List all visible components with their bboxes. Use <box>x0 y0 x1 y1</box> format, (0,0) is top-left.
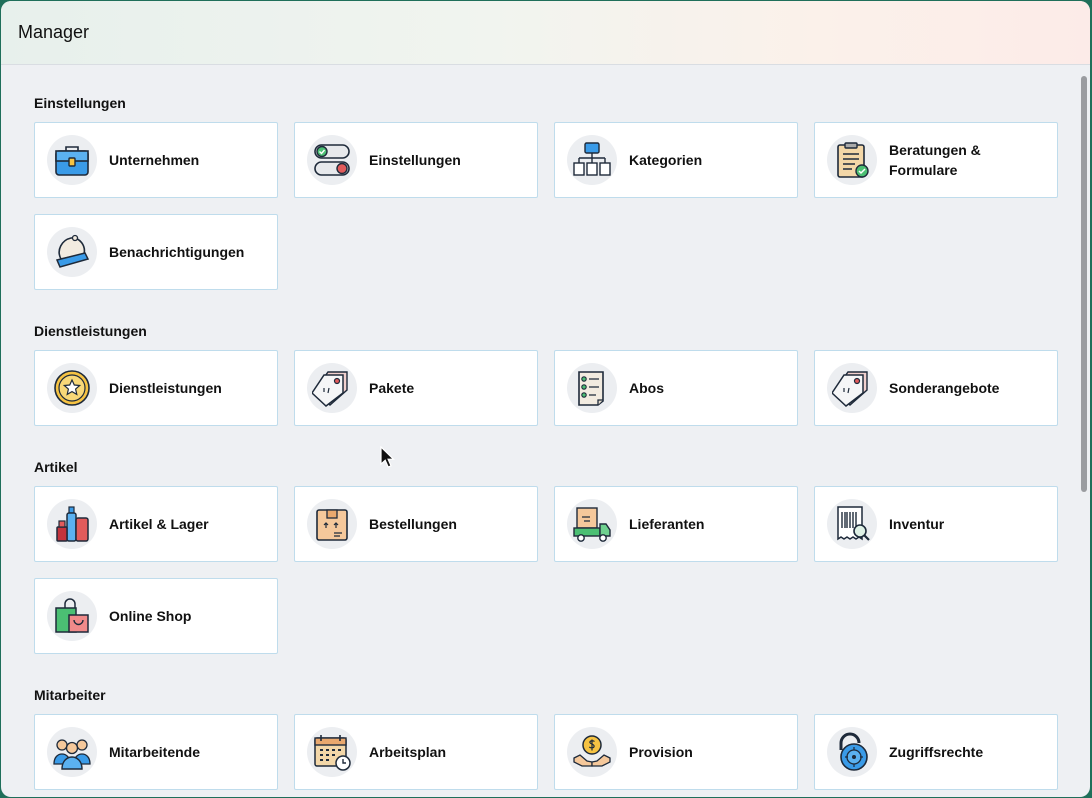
delivery-truck-icon <box>567 499 617 549</box>
tile-label: Lieferanten <box>629 516 705 532</box>
tile-label: Unternehmen <box>109 152 200 168</box>
calendar-clock-icon <box>307 727 357 777</box>
tile-label: Abos <box>629 380 664 396</box>
tile-label: Kategorien <box>629 152 703 168</box>
tile-grid: Mitarbeitende Arbeitsplan Provision Zugr… <box>34 714 1058 790</box>
tile-label: Zugriffsrechte <box>889 744 984 760</box>
tile-label: Dienstleistungen <box>109 380 222 396</box>
section-title: Artikel <box>34 459 78 475</box>
price-tag-icon <box>827 363 877 413</box>
people-group-icon <box>47 727 97 777</box>
tile-label: Mitarbeitende <box>109 744 201 760</box>
tile-unternehmen[interactable]: Unternehmen <box>34 122 278 198</box>
bell-icon <box>47 227 97 277</box>
tile-label: Provision <box>629 744 693 760</box>
tile-label: Benachrichtigungen <box>109 244 245 260</box>
section-dienstleistungen: Dienstleistungen Dienstleistungen Pakete <box>34 321 1058 426</box>
tile-arbeitsplan[interactable]: Arbeitsplan <box>294 714 538 790</box>
window-title: Manager <box>18 22 90 42</box>
section-title: Mitarbeiter <box>34 687 106 703</box>
toggle-switches-icon <box>307 135 357 185</box>
tile-grid: Artikel & Lager Bestellungen Lieferanten <box>34 486 1058 654</box>
briefcase-icon <box>47 135 97 185</box>
manager-window: Manager Einstellungen Unternehmen Einste… <box>1 1 1090 797</box>
section-mitarbeiter: Mitarbeiter Mitarbeitende Arbeitsplan Pr… <box>34 685 1058 790</box>
tile-label: Inventur <box>889 516 945 532</box>
price-tag-icon <box>307 363 357 413</box>
vertical-scrollbar[interactable] <box>1081 76 1087 492</box>
tile-lieferanten[interactable]: Lieferanten <box>554 486 798 562</box>
manager-content: Einstellungen Unternehmen Einstellungen <box>1 66 1090 797</box>
mouse-cursor-icon <box>380 446 395 468</box>
coin-hands-icon <box>567 727 617 777</box>
tile-label: Artikel & Lager <box>109 516 209 532</box>
tile-online-shop[interactable]: Online Shop <box>34 578 278 654</box>
section-artikel: Artikel Artikel & Lager Bestellungen Lie… <box>34 457 1058 654</box>
cosmetics-icon <box>47 499 97 549</box>
barcode-receipt-icon <box>827 499 877 549</box>
tile-zugriffsrechte[interactable]: Zugriffsrechte <box>814 714 1058 790</box>
tile-label: Online Shop <box>109 608 192 624</box>
tile-grid: Unternehmen Einstellungen Kategorien Ber… <box>34 122 1058 290</box>
section-title: Dienstleistungen <box>34 323 147 339</box>
tile-dienstleistungen[interactable]: Dienstleistungen <box>34 350 278 426</box>
shopping-bags-icon <box>47 591 97 641</box>
hierarchy-icon <box>567 135 617 185</box>
star-badge-icon <box>47 363 97 413</box>
tile-label: Sonderangebote <box>889 380 1000 396</box>
tile-sonderangebote[interactable]: Sonderangebote <box>814 350 1058 426</box>
tile-label: Beratungen & Formulare <box>889 142 981 178</box>
title-bar: Manager <box>1 1 1090 65</box>
clipboard-check-icon <box>827 135 877 185</box>
tile-inventur[interactable]: Inventur <box>814 486 1058 562</box>
combination-lock-icon <box>827 727 877 777</box>
tile-label: Bestellungen <box>369 516 457 532</box>
tile-kategorien[interactable]: Kategorien <box>554 122 798 198</box>
tile-label: Pakete <box>369 380 415 396</box>
tile-bestellungen[interactable]: Bestellungen <box>294 486 538 562</box>
tile-einstellungen[interactable]: Einstellungen <box>294 122 538 198</box>
package-box-icon <box>307 499 357 549</box>
tile-beratungen-formulare[interactable]: Beratungen & Formulare <box>814 122 1058 198</box>
tile-benachrichtigungen[interactable]: Benachrichtigungen <box>34 214 278 290</box>
tile-label: Arbeitsplan <box>369 744 447 760</box>
checklist-icon <box>567 363 617 413</box>
tile-grid: Dienstleistungen Pakete Abos Sonderangeb… <box>34 350 1058 426</box>
tile-label: Einstellungen <box>369 152 461 168</box>
tile-mitarbeitende[interactable]: Mitarbeitende <box>34 714 278 790</box>
tile-provision[interactable]: Provision <box>554 714 798 790</box>
section-einstellungen: Einstellungen Unternehmen Einstellungen <box>34 93 1058 290</box>
tile-abos[interactable]: Abos <box>554 350 798 426</box>
tile-artikel-lager[interactable]: Artikel & Lager <box>34 486 278 562</box>
tile-pakete[interactable]: Pakete <box>294 350 538 426</box>
section-title: Einstellungen <box>34 95 126 111</box>
